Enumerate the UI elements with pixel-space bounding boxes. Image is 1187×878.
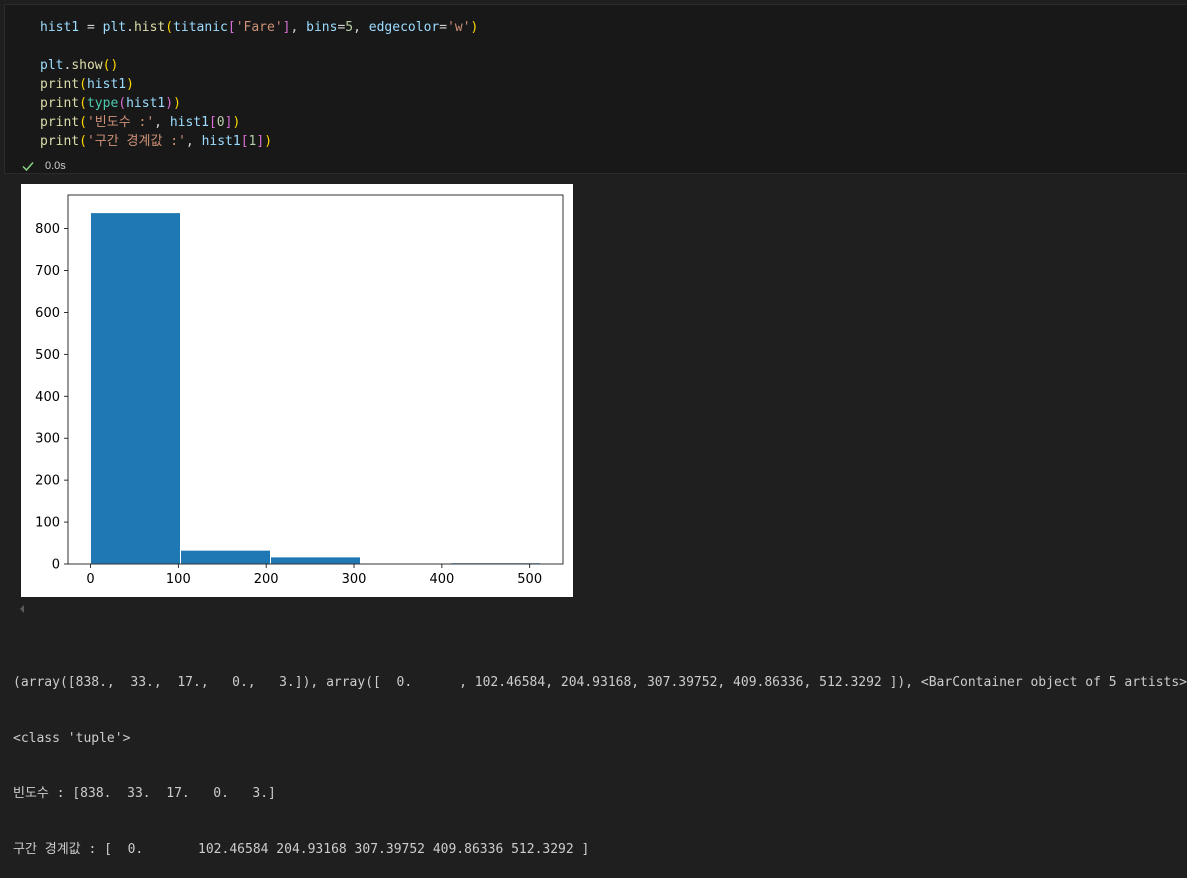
code-token: (	[165, 20, 174, 35]
y-tick-label: 500	[35, 348, 60, 363]
output-line-frequencies: 빈도수 : [838. 33. 17. 0. 3.]	[13, 786, 276, 801]
code-token: print	[40, 77, 80, 92]
code-token: plt	[102, 20, 127, 35]
code-token: '빈도수 :'	[86, 115, 155, 130]
histogram-bar	[89, 212, 181, 565]
code-token: [	[227, 20, 236, 35]
cell-output: (array([838., 33., 17., 0., 3.]), array(…	[13, 637, 1187, 878]
code-token: =	[79, 20, 103, 35]
execution-time: 0.0s	[45, 160, 66, 172]
code-token: )	[173, 96, 181, 111]
code-token: )	[165, 96, 174, 111]
code-token: )	[264, 134, 273, 149]
code-line[interactable]: plt.show()	[40, 56, 118, 75]
code-token: hist1	[169, 115, 209, 130]
code-token: ]	[282, 20, 291, 35]
output-line-tuple: (array([838., 33., 17., 0., 3.]), array(…	[13, 675, 1187, 690]
output-line-bin-edges: 구간 경계값 : [ 0. 102.46584 204.93168 307.39…	[13, 841, 590, 857]
code-token: hist1	[126, 96, 166, 111]
histogram-plot: 0 100 200 300 400 500 0 100 200 300 400 500 600 700 80…	[21, 184, 573, 597]
y-tick-label: 200	[35, 474, 60, 489]
code-line[interactable]: print(hist1)	[40, 75, 134, 94]
code-token: ,	[154, 115, 170, 130]
code-token: =	[439, 20, 448, 35]
x-tick-label: 200	[254, 572, 279, 587]
code-line[interactable]: print(type(hist1))	[40, 94, 181, 113]
code-line[interactable]: print('구간 경계값 :', hist1[1])	[40, 132, 272, 151]
output-line-type: <class 'tuple'>	[13, 730, 131, 746]
code-token: hist	[133, 20, 166, 35]
x-tick-label: 500	[517, 572, 542, 587]
code-token: titanic	[173, 20, 228, 35]
x-tick-label: 400	[429, 572, 454, 587]
code-token: )	[470, 20, 479, 35]
code-token: ,	[290, 20, 307, 35]
code-token: hist1	[40, 20, 80, 35]
code-token: (	[79, 115, 87, 130]
code-token: .	[126, 20, 134, 35]
code-token: 'w'	[447, 20, 471, 35]
code-line[interactable]: hist1 = plt.hist(titanic['Fare'], bins = 5…	[40, 18, 478, 37]
code-token: 5	[345, 20, 354, 35]
code-token: [	[240, 134, 249, 149]
code-token: print	[40, 96, 80, 111]
code-token: show	[71, 58, 103, 73]
code-token: hist1	[201, 134, 241, 149]
y-tick-label: 800	[35, 222, 60, 237]
code-token: hist1	[86, 77, 127, 92]
code-token: type	[86, 96, 119, 111]
code-token: ,	[353, 20, 369, 35]
code-token: ,	[185, 134, 202, 149]
x-tick-label: 300	[342, 572, 367, 587]
execution-status: 0.0s	[21, 157, 66, 175]
code-token: ]	[256, 134, 265, 149]
y-tick-label: 700	[35, 264, 60, 279]
code-token: )	[126, 77, 134, 92]
y-tick-label: 100	[35, 516, 60, 531]
check-icon	[22, 162, 34, 172]
histogram-bar	[179, 549, 272, 565]
code-token: plt	[40, 58, 64, 73]
y-tick-label: 600	[35, 306, 60, 321]
code-token: (	[79, 77, 87, 92]
code-token: (	[79, 134, 87, 149]
code-token: (	[79, 96, 87, 111]
code-line[interactable]: print('빈도수 :', hist1[0])	[40, 113, 240, 132]
code-token: ()	[102, 58, 119, 73]
code-token: [	[208, 115, 217, 130]
code-token: bins	[306, 20, 338, 35]
code-token: edgecolor	[368, 20, 440, 35]
code-token: )	[232, 115, 241, 130]
scroll-left-arrow-icon[interactable]	[18, 604, 26, 614]
y-tick-label: 0	[52, 558, 60, 573]
code-cell[interactable]: hist1 = plt.hist(titanic['Fare'], bins=5…	[4, 4, 1187, 174]
chart-canvas: 0 100 200 300 400 500 0 100 200 300 400 500 600 700 80…	[35, 194, 564, 587]
x-tick-label: 0	[86, 572, 94, 587]
code-token: print	[40, 134, 80, 149]
code-token: 0	[216, 115, 225, 130]
y-tick-label: 400	[35, 390, 60, 405]
code-token: (	[118, 96, 127, 111]
x-tick-label: 100	[166, 572, 191, 587]
code-token: print	[40, 115, 80, 130]
histogram-bar	[270, 556, 362, 565]
y-tick-label: 300	[35, 432, 60, 447]
code-token: 'Fare'	[235, 20, 283, 35]
code-token: '구간 경계값 :'	[86, 134, 186, 149]
